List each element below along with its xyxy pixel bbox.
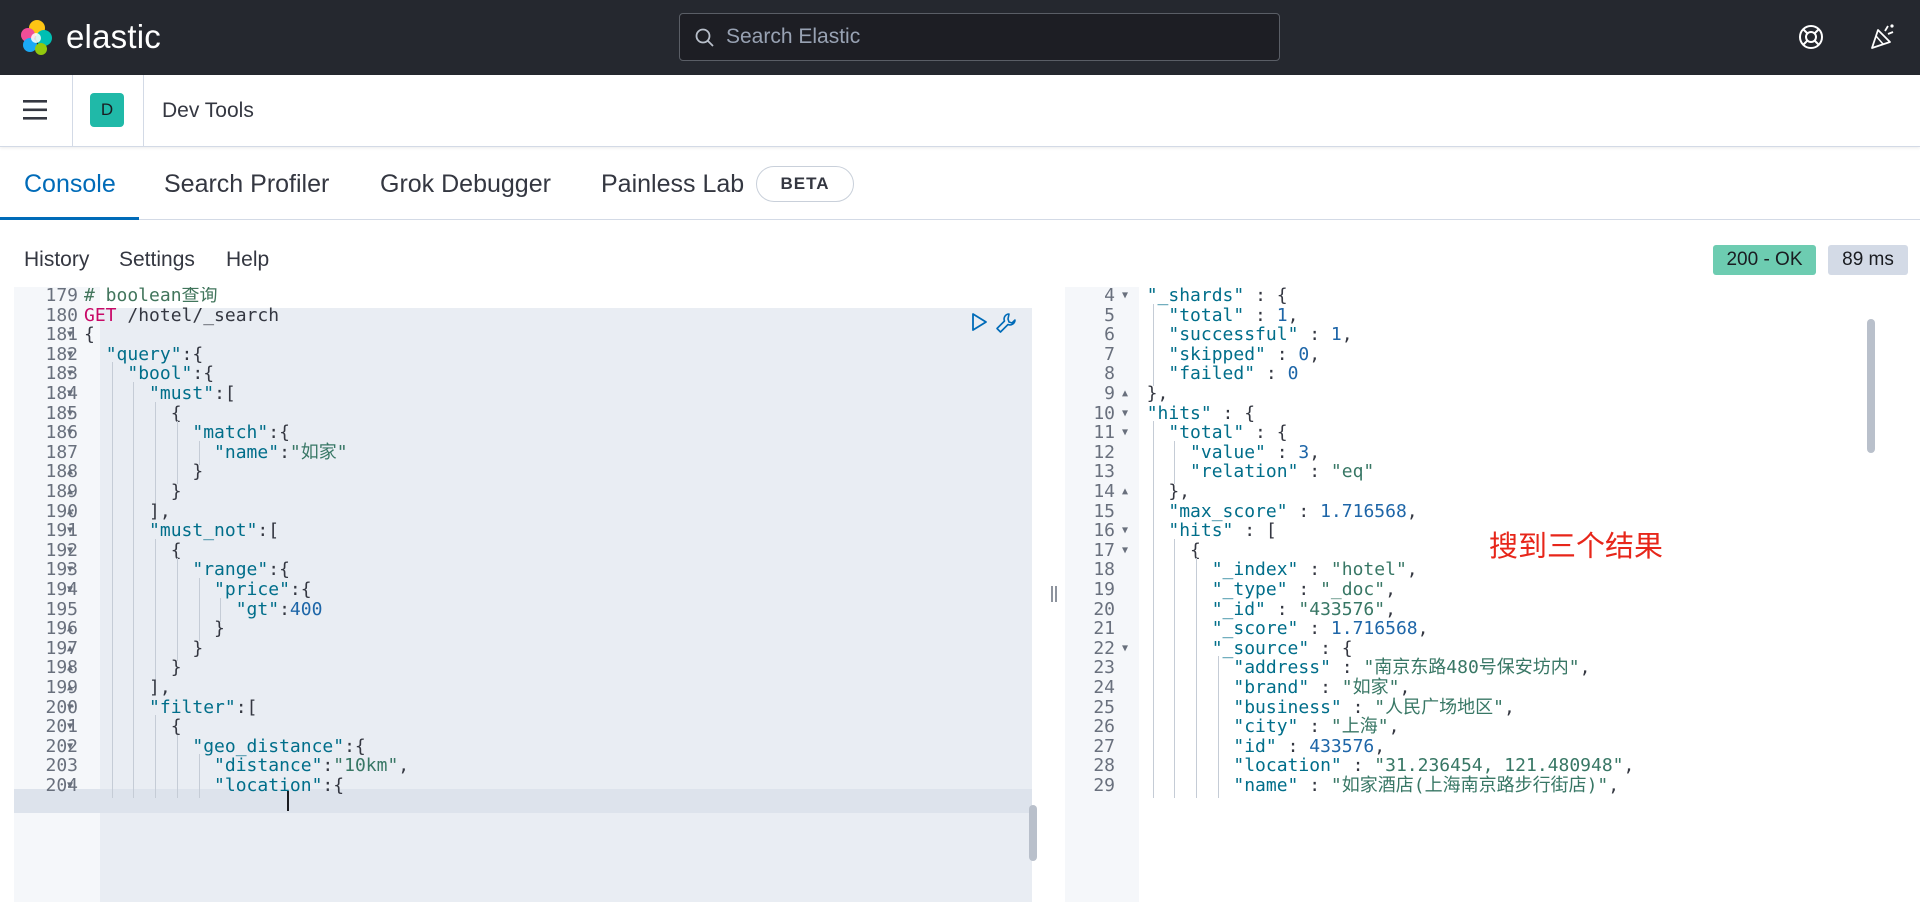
indent-guide [1174, 774, 1176, 798]
search-input[interactable] [726, 14, 1266, 60]
elastic-logo-icon[interactable] [17, 18, 55, 56]
response-time-badge: 89 ms [1828, 245, 1908, 275]
indent-guide [198, 774, 200, 798]
breadcrumb-divider [72, 75, 73, 147]
red-annotation: 搜到三个结果 [1489, 529, 1664, 563]
request-editor[interactable]: 179 # boolean查询 180 GET /hotel/_search 181 ▼{… [14, 287, 1044, 902]
code-line: 204 ▼ "location":{ [14, 774, 1044, 798]
request-scrollbar[interactable] [1029, 805, 1037, 861]
help-lifebuoy-icon[interactable] [1797, 23, 1825, 51]
elastic-logo-text[interactable]: elastic [66, 18, 161, 56]
indent-guide [1217, 774, 1219, 798]
text-cursor [287, 791, 289, 811]
tab-search-profiler[interactable]: Search Profiler [164, 148, 329, 220]
play-icon[interactable] [970, 312, 988, 332]
settings-link[interactable]: Settings [119, 248, 195, 272]
tab-painless-lab[interactable]: Painless Lab [601, 148, 744, 220]
indent-guide [133, 774, 135, 798]
code-text: "name" : "如家酒店(上海南京路步行街店)", [1233, 775, 1620, 796]
breadcrumb-divider [143, 75, 144, 147]
code-text: "location":{ [214, 775, 345, 796]
response-scrollbar[interactable] [1867, 319, 1875, 453]
breadcrumb-dev-tools: Dev Tools [162, 99, 254, 122]
code-line: 29 "name" : "如家酒店(上海南京路步行街店)", [1065, 774, 1885, 798]
response-viewer[interactable]: 4 ▼ "_shards" : {5 "total" : 1, 6 "success… [1065, 287, 1885, 902]
status-badge: 200 - OK [1713, 245, 1816, 275]
indent-guide [176, 774, 178, 798]
indent-guide [1196, 774, 1198, 798]
dev-tools-tabs: Console Search Profiler Grok Debugger Pa… [0, 148, 1920, 220]
help-link[interactable]: Help [226, 248, 269, 272]
indent-guide [155, 774, 157, 798]
hamburger-menu-icon[interactable] [23, 99, 49, 121]
indent-guide [111, 774, 113, 798]
search-icon [695, 28, 714, 47]
indent-guide [1152, 774, 1154, 798]
global-search[interactable] [679, 13, 1280, 61]
fold-caret-down-icon[interactable]: ▼ [67, 774, 73, 798]
tab-grok-debugger[interactable]: Grok Debugger [380, 148, 551, 220]
newsfeed-icon[interactable] [1868, 22, 1896, 52]
panel-resize-handle-icon[interactable] [1048, 582, 1060, 606]
history-link[interactable]: History [24, 248, 89, 272]
line-number: 29 [1093, 775, 1115, 796]
breadcrumb-bar: D Dev Tools [0, 75, 1920, 147]
tab-console[interactable]: Console [0, 148, 139, 220]
top-header: elastic [0, 0, 1920, 75]
wrench-icon[interactable] [994, 311, 1018, 335]
beta-badge: BETA [756, 166, 854, 202]
space-avatar[interactable]: D [90, 93, 124, 127]
